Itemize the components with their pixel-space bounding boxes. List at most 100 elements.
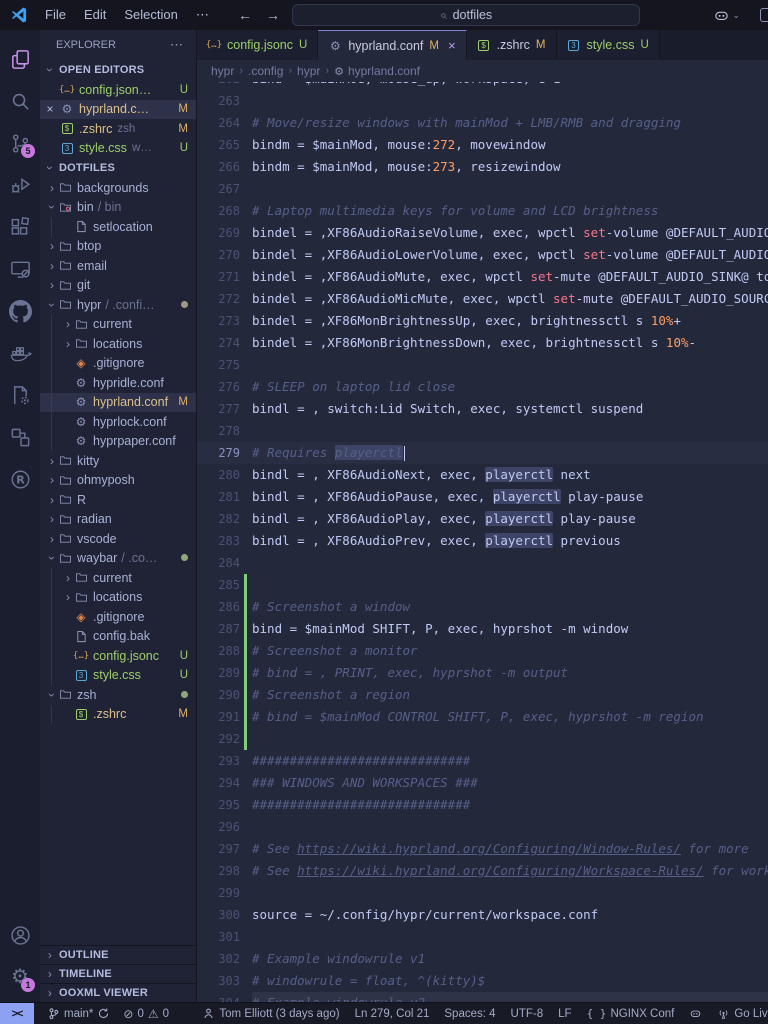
code-line-274[interactable]: 274 bindel = ,XF86MonBrightnessDown, exec… (197, 332, 768, 354)
line-number[interactable]: 275 (197, 354, 240, 376)
code-text[interactable]: bindel = ,XF86AudioRaiseVolume, exec, wp… (252, 222, 768, 244)
open-editor-hyprland-c[interactable]: ×⚙hyprland.c…M (40, 100, 196, 120)
code-text[interactable]: bind = $mainMod, mouse_up, workspace, e-… (252, 82, 768, 90)
tree-item-hyprlock-conf[interactable]: ⚙hyprlock.conf (40, 412, 196, 432)
code-line-272[interactable]: 272 bindel = ,XF86AudioMicMute, exec, wpc… (197, 288, 768, 310)
tree-item-git[interactable]: ›git (40, 276, 196, 296)
code-text[interactable]: # See https://wiki.hyprland.org/Configur… (252, 860, 768, 882)
code-line-266[interactable]: 266bindm = $mainMod, mouse:273, resizewi… (197, 156, 768, 178)
line-number[interactable]: 302 (197, 948, 240, 970)
tree-item-zsh[interactable]: ›zsh (40, 685, 196, 705)
section-header-open-editors[interactable]: ›OPEN EDITORS (40, 60, 196, 80)
code-text[interactable]: bindel = ,XF86AudioMicMute, exec, wpctl … (252, 288, 768, 310)
line-number[interactable]: 298 (197, 860, 240, 882)
line-number[interactable]: 283 (197, 530, 240, 552)
code-line-271[interactable]: 271bindel = ,XF86AudioMute, exec, wpctl … (197, 266, 768, 288)
line-number[interactable]: 276 (197, 376, 240, 398)
menu-edit[interactable]: Edit (76, 4, 114, 26)
code-text[interactable]: # Example windowrule v1 (252, 948, 768, 970)
section-header-outline[interactable]: ›OUTLINE (40, 945, 196, 964)
tree-item-locations[interactable]: ›locations (40, 334, 196, 354)
line-number[interactable]: 304 (197, 992, 240, 1002)
tree-item-backgrounds[interactable]: ›backgrounds (40, 178, 196, 198)
line-number[interactable]: 274 (197, 332, 240, 354)
tree-item-waybar[interactable]: ›waybar/ .co… (40, 549, 196, 569)
cursor-position[interactable]: Ln 279, Col 21 (355, 1008, 430, 1020)
line-number[interactable]: 303 (197, 970, 240, 992)
code-line-280[interactable]: 280bindl = , XF86AudioNext, exec, player… (197, 464, 768, 486)
tree-item-ohmyposh[interactable]: ›ohmyposh (40, 471, 196, 491)
code-text[interactable]: # Requires playerctl (252, 442, 768, 464)
code-line-281[interactable]: 281bindl = , XF86AudioPause, exec, playe… (197, 486, 768, 508)
activity-r-lang[interactable]: R (0, 458, 40, 500)
tree-item-zshrc[interactable]: $.zshrcM (40, 705, 196, 725)
code-line-278[interactable]: 278 (197, 420, 768, 442)
line-number[interactable]: 292 (197, 728, 240, 750)
code-line-267[interactable]: 267 (197, 178, 768, 200)
code-text[interactable]: # bind = $mainMod CONTROL SHIFT, P, exec… (252, 706, 768, 728)
code-text[interactable]: bindel = ,XF86MonBrightnessUp, exec, bri… (252, 310, 768, 332)
code-text[interactable]: # Laptop multimedia keys for volume and … (252, 200, 768, 222)
activity-accounts[interactable] (0, 914, 40, 956)
breadcrumb-item-hypr[interactable]: hypr (211, 64, 234, 78)
tree-item-hypr[interactable]: ›hypr/ .confi… (40, 295, 196, 315)
code-line-300[interactable]: 300source = ~/.config/hypr/current/works… (197, 904, 768, 926)
line-number[interactable]: 296 (197, 816, 240, 838)
code-line-276[interactable]: 276# SLEEP on laptop lid close (197, 376, 768, 398)
code-text[interactable]: bindel = ,XF86MonBrightnessDown, exec, b… (252, 332, 768, 354)
menu-[interactable]: ⋯ (188, 4, 217, 26)
code-text[interactable]: # Screenshot a window (252, 596, 768, 618)
line-number[interactable]: 294 (197, 772, 240, 794)
code-text[interactable]: bindm = $mainMod, mouse:273, resizewindo… (252, 156, 768, 178)
code-text[interactable] (252, 178, 768, 200)
menu-selection[interactable]: Selection (116, 4, 185, 26)
activity-remote-explorer[interactable] (0, 248, 40, 290)
close-editor-icon[interactable]: × (40, 102, 60, 116)
encoding-status[interactable]: UTF-8 (511, 1008, 544, 1020)
code-text[interactable]: bindm = $mainMod, mouse:272, movewindow (252, 134, 768, 156)
code-line-293[interactable]: 293############################# (197, 750, 768, 772)
code-text[interactable] (252, 552, 768, 574)
tree-item-hypridle-conf[interactable]: ⚙hypridle.conf (40, 373, 196, 393)
tree-item-kitty[interactable]: ›kitty (40, 451, 196, 471)
breadcrumb[interactable]: hypr›.config›hypr›⚙hyprland.conf (197, 60, 768, 82)
code-line-288[interactable]: 288 # Screenshot a monitor (197, 640, 768, 662)
activity-run-debug[interactable] (0, 164, 40, 206)
code-line-298[interactable]: 298 # See https://wiki.hyprland.org/Confi… (197, 860, 768, 882)
code-text[interactable]: bindl = , XF86AudioPlay, exec, playerctl… (252, 508, 768, 530)
code-line-292[interactable]: 292 (197, 728, 768, 750)
line-number[interactable]: 273 (197, 310, 240, 332)
problems-status[interactable]: ⊘ 0 ⚠ 0 (123, 1007, 169, 1021)
breadcrumb-item-config[interactable]: .config (248, 64, 283, 78)
code-line-294[interactable]: 294### WINDOWS AND WORKSPACES ### (197, 772, 768, 794)
code-text[interactable]: ############################# (252, 794, 768, 816)
line-number[interactable]: 290 (197, 684, 240, 706)
open-editor-config-json[interactable]: {…}config.json…U (40, 80, 196, 100)
line-number[interactable]: 282 (197, 508, 240, 530)
activity-explorer[interactable] (0, 38, 40, 80)
activity-file-gear[interactable] (0, 374, 40, 416)
go-live-button[interactable]: Go Live (717, 1007, 768, 1020)
code-text[interactable]: # Screenshot a monitor (252, 640, 768, 662)
code-text[interactable]: # See https://wiki.hyprland.org/Configur… (252, 838, 768, 860)
tree-item-gitignore[interactable]: ◈.gitignore (40, 354, 196, 374)
line-number[interactable]: 267 (197, 178, 240, 200)
code-text[interactable]: # windowrule = float, ^(kitty)$ (252, 970, 768, 992)
tree-item-config-bak[interactable]: config.bak (40, 627, 196, 647)
activity-settings[interactable]: ⚙1 (0, 956, 40, 998)
code-line-263[interactable]: 263 (197, 90, 768, 112)
copilot-menu[interactable]: ⌄ (713, 7, 740, 24)
indentation-status[interactable]: Spaces: 4 (444, 1008, 495, 1020)
tab-config-jsonc[interactable]: {…}config.jsoncU (197, 30, 318, 60)
close-tab-icon[interactable]: × (448, 38, 456, 53)
tab-style-css[interactable]: 3style.cssU (557, 30, 660, 60)
tree-item-btop[interactable]: ›btop (40, 237, 196, 257)
line-number[interactable]: 272 (197, 288, 240, 310)
code-text[interactable] (252, 574, 768, 596)
code-text[interactable]: # Example windowrule v2 (252, 992, 768, 1002)
activity-github[interactable] (0, 290, 40, 332)
line-number[interactable]: 288 (197, 640, 240, 662)
code-text[interactable] (252, 882, 768, 904)
open-editor-style-css[interactable]: 3style.cssw…U (40, 139, 196, 159)
code-text[interactable] (252, 90, 768, 112)
